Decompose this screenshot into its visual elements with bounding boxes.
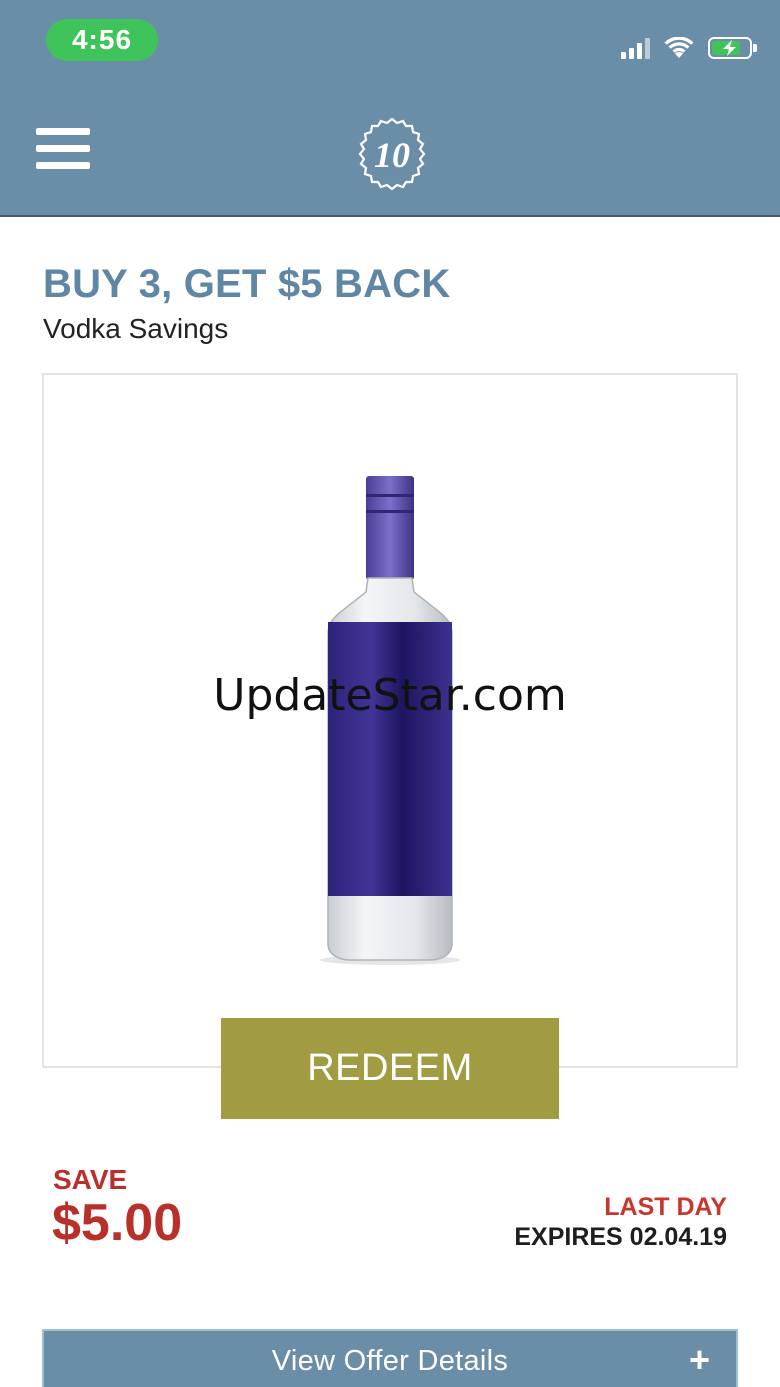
offer-title: BUY 3, GET $5 BACK (43, 262, 451, 306)
app-header: 4:56 10 (0, 0, 780, 217)
redeem-button[interactable]: REDEEM (221, 1018, 559, 1119)
save-label: SAVE (53, 1164, 128, 1195)
wifi-icon (664, 37, 694, 58)
watermark-text: UpdateStar.com (213, 670, 567, 721)
expiration-date: EXPIRES 02.04.19 (514, 1223, 727, 1251)
plus-icon[interactable]: + (689, 1339, 710, 1381)
save-amount: $5.00 (52, 1194, 183, 1252)
vodka-bottle-image (320, 476, 460, 965)
battery-charging-icon (708, 37, 757, 59)
status-icons (621, 34, 757, 62)
logo-badge: 10 (358, 117, 426, 191)
status-time: 4:56 (46, 19, 158, 61)
offer-subtitle: Vodka Savings (43, 313, 229, 344)
details-label: View Offer Details (271, 1345, 509, 1377)
view-offer-details-button[interactable]: View Offer Details + (42, 1329, 738, 1387)
cellular-signal-icon (621, 37, 650, 59)
logo-text: 10 (374, 135, 410, 175)
hamburger-menu-icon[interactable] (36, 128, 90, 174)
last-day-badge: LAST DAY (604, 1193, 727, 1221)
